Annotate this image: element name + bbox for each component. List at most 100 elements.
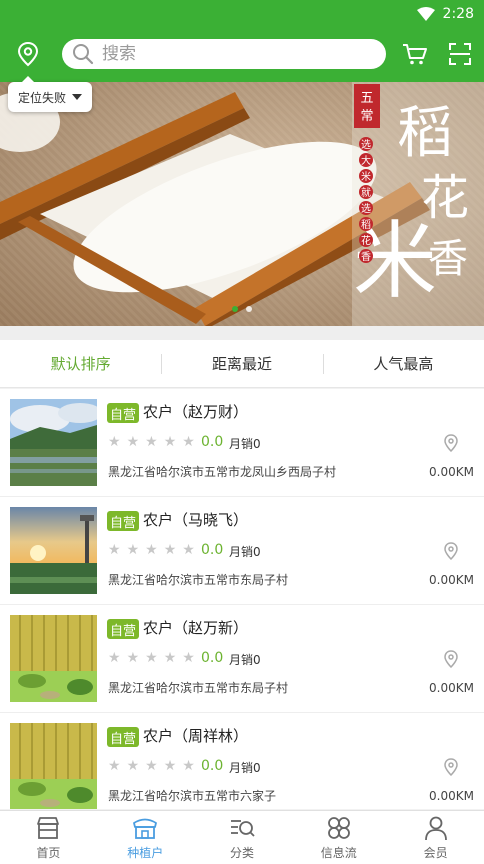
farmer-list: 自营 农户（赵万财） ★ ★ ★ ★ ★ 0.0 月销0 黑龙江省哈尔滨市五常市龙凤山乡… <box>0 389 484 809</box>
star-icon: ★ <box>182 434 195 450</box>
scan-icon[interactable] <box>448 42 472 66</box>
wifi-icon <box>416 7 435 21</box>
tab-default-sort[interactable]: 默认排序 <box>0 340 161 387</box>
banner-dot-active <box>232 306 238 312</box>
list-item[interactable]: 自营 农户（赵万财） ★ ★ ★ ★ ★ 0.0 月销0 黑龙江省哈尔滨市五常市龙凤山乡… <box>0 389 484 497</box>
cart-icon[interactable] <box>402 42 428 66</box>
distance: 0.00KM <box>429 465 474 479</box>
svg-text:稻: 稻 <box>361 219 371 231</box>
star-icon: ★ <box>108 542 121 558</box>
location-pin-icon <box>444 650 458 668</box>
search-icon <box>73 44 94 65</box>
star-icon: ★ <box>145 650 158 666</box>
nav-label: 种植户 <box>127 846 164 860</box>
nav-label: 信息流 <box>320 846 357 860</box>
rating-stars: ★ ★ ★ ★ ★ <box>108 759 195 773</box>
rating-stars: ★ ★ ★ ★ ★ <box>108 435 195 449</box>
rating-stars: ★ ★ ★ ★ ★ <box>108 543 195 557</box>
star-icon: ★ <box>163 650 177 666</box>
rating-stars: ★ ★ ★ ★ ★ <box>108 651 195 665</box>
distance: 0.00KM <box>429 573 474 587</box>
star-icon: ★ <box>163 434 177 450</box>
bottom-nav: 首页 种植户 分类 信息流 会员 <box>0 810 484 864</box>
nav-label: 首页 <box>36 846 61 860</box>
star-icon: ★ <box>182 758 195 774</box>
farmer-photo <box>10 507 97 594</box>
location-pin-icon <box>444 758 458 776</box>
nav-feed[interactable]: 信息流 <box>290 811 387 864</box>
banner-indicator <box>0 306 484 312</box>
nav-farmers[interactable]: 种植户 <box>97 811 194 864</box>
farmer-address: 黑龙江省哈尔滨市五常市东局子村 <box>108 573 289 587</box>
farmer-shop-icon <box>133 818 158 839</box>
farmer-name: 农户（赵万新） <box>143 619 249 637</box>
star-icon: ★ <box>182 542 195 558</box>
top-app-bar: 2:28 <box>0 0 484 82</box>
location-failed-tooltip[interactable]: 定位失败 <box>8 76 93 112</box>
rating-score: 0.0 <box>201 650 224 666</box>
star-icon: ★ <box>145 542 158 558</box>
farmer-address: 黑龙江省哈尔滨市五常市东局子村 <box>108 681 289 695</box>
star-icon: ★ <box>182 650 195 666</box>
search-input[interactable] <box>102 44 342 64</box>
grid-icon <box>327 817 350 839</box>
tab-nearest[interactable]: 距离最近 <box>161 340 322 387</box>
farmer-photo <box>10 399 97 486</box>
monthly-sales: 月销0 <box>229 437 261 451</box>
svg-text:稻: 稻 <box>397 101 453 166</box>
location-failed-label: 定位失败 <box>18 90 67 105</box>
sort-tabs: 默认排序 距离最近 人气最高 <box>0 340 484 388</box>
farmer-address: 黑龙江省哈尔滨市五常市龙凤山乡西局子村 <box>108 465 337 479</box>
svg-text:就: 就 <box>361 186 371 199</box>
status-bar: 2:28 <box>416 4 474 24</box>
star-icon: ★ <box>126 542 140 558</box>
farmer-name: 农户（赵万财） <box>143 403 249 421</box>
list-item[interactable]: 自营 农户（马晓飞） ★ ★ ★ ★ ★ 0.0 月销0 黑龙江省哈尔滨市五常市东局子村… <box>0 497 484 605</box>
svg-text:香: 香 <box>428 236 468 282</box>
svg-text:香: 香 <box>361 251 371 263</box>
star-icon: ★ <box>126 650 140 666</box>
self-operated-badge: 自营 <box>107 403 140 423</box>
svg-text:选: 选 <box>361 202 371 215</box>
self-operated-badge: 自营 <box>107 727 140 747</box>
star-icon: ★ <box>163 542 177 558</box>
nav-home[interactable]: 首页 <box>0 811 97 864</box>
location-pin-icon <box>444 542 458 560</box>
star-icon: ★ <box>108 758 121 774</box>
nav-category[interactable]: 分类 <box>194 811 291 864</box>
dropdown-arrow-icon <box>72 94 83 100</box>
header <box>0 34 484 74</box>
farmer-photo <box>10 723 97 809</box>
list-item[interactable]: 自营 农户（周祥林） ★ ★ ★ ★ ★ 0.0 月销0 黑龙江省哈尔滨市五常市六家子 … <box>0 713 484 809</box>
farmer-name: 农户（马晓飞） <box>143 511 249 529</box>
nav-label: 会员 <box>423 846 448 860</box>
monthly-sales: 月销0 <box>229 545 261 559</box>
location-icon[interactable] <box>14 40 42 68</box>
farmer-address: 黑龙江省哈尔滨市五常市六家子 <box>108 789 277 803</box>
distance: 0.00KM <box>429 789 474 803</box>
star-icon: ★ <box>126 434 140 450</box>
star-icon: ★ <box>126 758 140 774</box>
svg-text:米: 米 <box>361 170 371 183</box>
status-time: 2:28 <box>442 6 474 22</box>
svg-text:大: 大 <box>361 154 371 167</box>
tab-most-popular[interactable]: 人气最高 <box>322 340 484 387</box>
monthly-sales: 月销0 <box>229 761 261 775</box>
self-operated-badge: 自营 <box>107 619 140 639</box>
nav-member[interactable]: 会员 <box>387 811 484 864</box>
list-item[interactable]: 自营 农户（赵万新） ★ ★ ★ ★ ★ 0.0 月销0 黑龙江省哈尔滨市五常市东局子村… <box>0 605 484 713</box>
star-icon: ★ <box>108 650 121 666</box>
svg-text:花: 花 <box>361 234 371 247</box>
promo-banner[interactable]: 五 常 稻 花 米 香 选 大 米 就 选 稻 花 香 <box>0 82 484 326</box>
rating-score: 0.0 <box>201 434 224 450</box>
nav-label: 分类 <box>229 846 254 860</box>
farmer-photo <box>10 615 97 702</box>
svg-text:选: 选 <box>361 138 371 151</box>
section-divider <box>0 326 484 340</box>
monthly-sales: 月销0 <box>229 653 261 667</box>
distance: 0.00KM <box>429 681 474 695</box>
search-bar[interactable] <box>62 39 386 69</box>
star-icon: ★ <box>163 758 177 774</box>
svg-text:五: 五 <box>360 91 373 106</box>
star-icon: ★ <box>145 758 158 774</box>
